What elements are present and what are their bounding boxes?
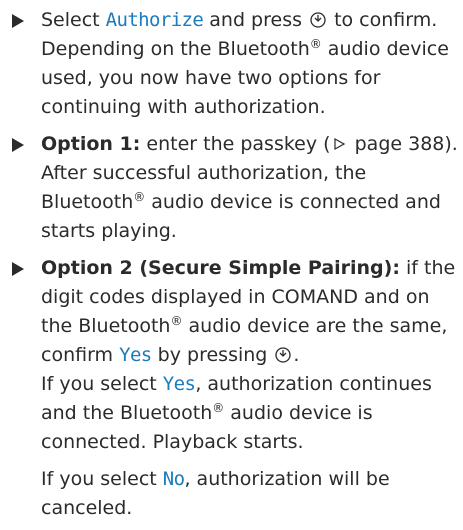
step1-line1: Select Authorize and press to confirm. [41,6,455,35]
registered-mark: ® [212,401,225,415]
text: Select [41,9,106,31]
text: audio device are the same, [182,315,448,337]
text: and the Bluetooth [41,402,213,424]
step1-line2: Depending on the Bluetooth® audio device [41,35,455,64]
controller-knob-press-icon [275,347,292,363]
text: Depending on the Bluetooth [41,38,310,60]
instruction-step-option-2: Option 2 (Secure Simple Pairing): if the… [10,254,455,523]
text: , authorization will be [184,468,390,490]
text: confirm [41,344,120,366]
step3-p2-line1: If you select Yes, authorization continu… [41,370,455,399]
text: and press [203,9,309,31]
instruction-step-select-authorize: Select Authorize and press to confirm. D… [10,6,455,122]
text: the Bluetooth [41,315,171,337]
text: Bluetooth [41,191,134,213]
step3-p3-line2: canceled. [41,497,133,519]
text: by pressing [151,344,274,366]
step3-p3-line1: If you select No, authorization will be [41,465,455,494]
text: If you select [41,373,163,395]
instruction-step-option-1: Option 1: enter the passkey ( page 388).… [10,130,458,246]
registered-mark: ® [133,190,146,204]
ui-label-no: No [162,468,185,490]
step-arrow-icon [12,138,24,152]
step1-line3: used, you now have two options for [41,67,381,89]
step-arrow-icon [12,14,24,28]
option-label: Option 1: [41,133,141,155]
controller-knob-press-icon [310,12,326,28]
step3-line2: digit codes displayed in COMAND and on [41,286,430,308]
page-reference-link[interactable]: page 388). [349,133,458,155]
step1-line4: continuing with authorization. [41,96,326,118]
text: . [293,344,300,366]
text: to confirm. [328,9,438,31]
step3-line4: confirm Yes by pressing . [41,341,455,370]
step-arrow-icon [12,262,24,276]
manual-page: Select Authorize and press to confirm. D… [0,0,463,530]
text: audio device [321,38,449,60]
text: audio device is [224,402,373,424]
text: , authorization continues [195,373,432,395]
step3-line1: Option 2 (Secure Simple Pairing): if the [41,254,455,283]
ui-label-yes: Yes [119,344,152,366]
step3-line3: the Bluetooth® audio device are the same… [41,312,455,341]
ui-label-authorize: Authorize [105,9,204,31]
text: enter the passkey ( [140,133,331,155]
registered-mark: ® [170,314,183,328]
option-label: Option 2 (Secure Simple Pairing): [41,257,400,279]
page-reference-triangle-icon [333,137,345,151]
step2-line1: Option 1: enter the passkey ( page 388). [41,130,458,159]
text: audio device is connected and [145,191,441,213]
step3-p2-line2: and the Bluetooth® audio device is [41,399,455,428]
text: if the [399,257,456,279]
registered-mark: ® [309,37,322,51]
text: If you select [41,468,163,490]
step2-line2: After successful authorization, the [41,162,367,184]
step3-p2-line3: connected. Playback starts. [41,431,304,453]
ui-label-yes: Yes [162,373,196,395]
step2-line4: starts playing. [41,220,177,242]
step2-line3: Bluetooth® audio device is connected and [41,188,455,217]
